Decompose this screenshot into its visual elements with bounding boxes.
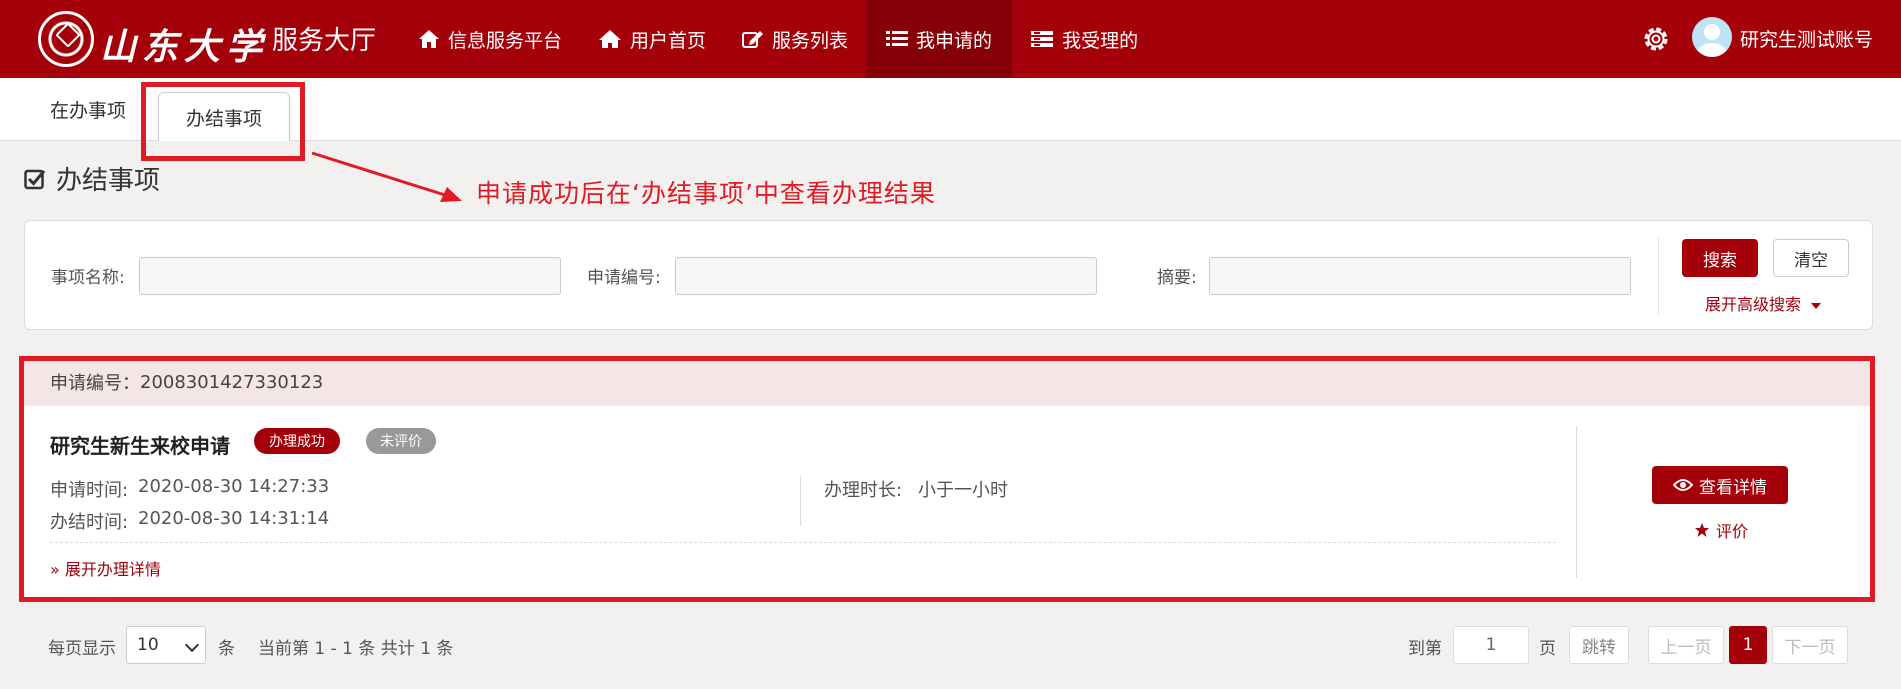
chevron-down-icon [184, 637, 200, 653]
summary-input[interactable] [1209, 257, 1631, 295]
goto-label: 到第 [1408, 639, 1442, 659]
search-button[interactable]: 搜索 [1682, 239, 1758, 277]
per-page-unit: 条 [218, 639, 235, 659]
advanced-search-toggle[interactable]: 展开高级搜索 [1705, 291, 1822, 315]
annotation-text: 申请成功后在‘办结事项’中查看办理结果 [476, 179, 936, 208]
advanced-search-label: 展开高级搜索 [1705, 295, 1802, 314]
application-number-label: 申请编号: [587, 268, 661, 288]
application-number-input[interactable] [675, 257, 1097, 295]
per-page-label: 每页显示 [48, 639, 116, 659]
divider [1658, 237, 1659, 315]
goto-page-input[interactable]: 1 [1453, 626, 1529, 664]
clear-button[interactable]: 清空 [1773, 239, 1849, 277]
summary-label: 摘要: [1157, 268, 1197, 288]
record-summary: 当前第 1 - 1 条 共计 1 条 [258, 639, 454, 659]
page-number-current[interactable]: 1 [1729, 626, 1767, 664]
per-page-select[interactable]: 10 [126, 626, 206, 664]
caret-down-icon [1811, 302, 1822, 309]
per-page-value: 10 [137, 635, 159, 655]
search-panel: 事项名称: 申请编号: 摘要: 搜索 清空 展开高级搜索 [24, 220, 1873, 330]
highlight-box-application [19, 356, 1875, 602]
page-unit: 页 [1539, 639, 1556, 659]
next-page-button[interactable]: 下一页 [1772, 626, 1848, 664]
jump-button[interactable]: 跳转 [1569, 626, 1629, 664]
prev-page-button[interactable]: 上一页 [1648, 626, 1724, 664]
item-name-input[interactable] [139, 257, 561, 295]
item-name-label: 事项名称: [51, 268, 125, 288]
